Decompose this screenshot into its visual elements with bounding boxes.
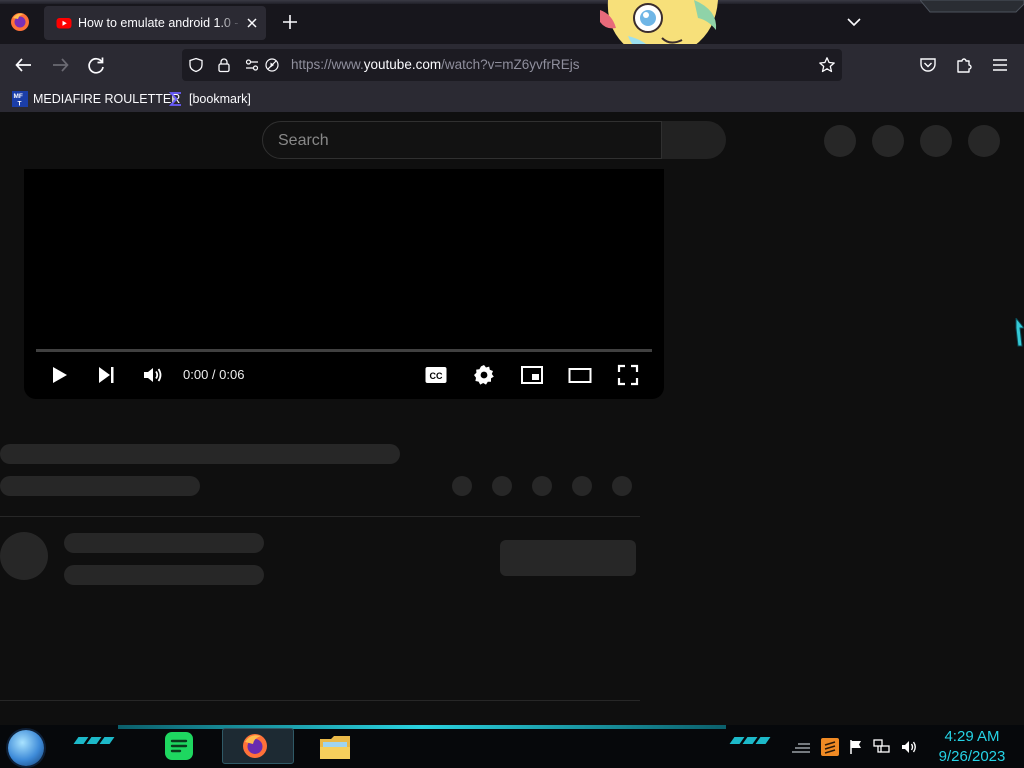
channel-avatar-skeleton xyxy=(0,532,48,580)
firefox-view-icon[interactable] xyxy=(8,10,32,34)
header-avatar-placeholder-2 xyxy=(872,125,904,157)
theater-mode-icon[interactable] xyxy=(568,363,592,387)
closed-captions-icon[interactable]: CC xyxy=(424,363,448,387)
header-avatar-placeholder-1 xyxy=(824,125,856,157)
progress-bar[interactable] xyxy=(36,349,652,352)
close-tab-icon[interactable] xyxy=(244,15,260,31)
reload-icon[interactable] xyxy=(82,51,110,79)
header-avatar-placeholder-4 xyxy=(968,125,1000,157)
action-skeleton-3 xyxy=(532,476,552,496)
next-video-icon[interactable] xyxy=(94,363,118,387)
autoplay-blocked-icon[interactable] xyxy=(264,57,280,73)
bookmark-mediafire-rouletter[interactable]: MF T MEDIAFIRE ROULETTER xyxy=(12,90,180,108)
mouse-cursor-icon xyxy=(1014,318,1024,348)
bookmark-star-icon[interactable] xyxy=(818,56,836,74)
list-all-tabs-chevron-icon[interactable] xyxy=(845,13,863,31)
title-skeleton xyxy=(0,444,400,464)
divider xyxy=(0,700,640,701)
chevron-decoration-left xyxy=(73,737,115,744)
youtube-watch-page: Search 0:00 / 0:06 CC xyxy=(0,112,1024,725)
url-prefix: https://www. xyxy=(291,57,364,72)
url-text[interactable]: https://www.youtube.com/watch?v=mZ6yvfrR… xyxy=(291,57,580,73)
volume-tray-icon[interactable] xyxy=(900,739,918,755)
address-bar[interactable]: https://www.youtube.com/watch?v=mZ6yvfrR… xyxy=(182,49,842,81)
mft-logo-text-t: T xyxy=(18,101,22,108)
notes-app-icon[interactable] xyxy=(164,731,194,761)
bookmark-item-2[interactable]: [bookmark] xyxy=(168,90,251,108)
subscribe-button-skeleton xyxy=(500,540,636,576)
hamburger-menu-icon[interactable] xyxy=(990,55,1010,75)
channel-name-skeleton xyxy=(64,533,264,553)
header-avatar-placeholder-3 xyxy=(920,125,952,157)
mft-logo-icon: MF T xyxy=(12,91,28,107)
taskbar: 4:29 AM 9/26/2023 xyxy=(0,725,1024,768)
action-skeleton-5 xyxy=(612,476,632,496)
show-hidden-icons-icon[interactable] xyxy=(790,740,812,754)
extensions-puzzle-icon[interactable] xyxy=(954,55,974,75)
network-icon[interactable] xyxy=(873,739,891,755)
tab-youtube[interactable]: How to emulate android 1.0 - YouTube xyxy=(44,6,266,40)
taskbar-clock[interactable]: 4:29 AM 9/26/2023 xyxy=(930,727,1014,767)
tracking-protection-shield-icon[interactable] xyxy=(188,57,204,73)
action-skeleton-2 xyxy=(492,476,512,496)
mft-logo-text: MF xyxy=(14,93,23,100)
bookmark-label: [bookmark] xyxy=(189,92,251,106)
youtube-favicon-icon xyxy=(56,15,72,31)
tab-strip: How to emulate android 1.0 - YouTube xyxy=(0,0,1024,57)
forward-arrow-icon[interactable] xyxy=(46,51,74,79)
sigma-icon xyxy=(168,92,181,106)
divider xyxy=(0,516,640,517)
play-icon[interactable] xyxy=(47,363,71,387)
action-skeleton-4 xyxy=(572,476,592,496)
taskbar-glow-decoration xyxy=(118,725,726,729)
window-frame-decoration xyxy=(920,0,1024,14)
window-rim xyxy=(0,0,1024,4)
settings-gear-icon[interactable] xyxy=(472,363,496,387)
firefox-icon xyxy=(241,732,269,760)
bookmarks-toolbar: MF T MEDIAFIRE ROULETTER [bookmark] xyxy=(0,86,1024,112)
new-tab-icon[interactable] xyxy=(280,12,300,32)
time-display: 0:00 / 0:06 xyxy=(183,367,245,382)
chevron-decoration-right xyxy=(729,737,771,744)
file-explorer-icon[interactable] xyxy=(318,731,352,763)
lock-icon[interactable] xyxy=(216,57,232,73)
action-center-flag-icon[interactable] xyxy=(848,739,864,755)
bookmark-label: MEDIAFIRE ROULETTER xyxy=(33,92,181,106)
clock-date: 9/26/2023 xyxy=(938,748,1006,765)
search-placeholder: Search xyxy=(278,132,329,149)
back-arrow-icon[interactable] xyxy=(10,51,38,79)
tab-title: How to emulate android 1.0 - YouTube xyxy=(78,16,242,30)
action-skeleton-1 xyxy=(452,476,472,496)
cc-text: CC xyxy=(430,371,443,381)
subscribers-skeleton xyxy=(64,565,264,585)
search-button[interactable] xyxy=(662,121,726,159)
taskbar-firefox-button[interactable] xyxy=(222,728,294,764)
start-orb-icon[interactable] xyxy=(8,730,44,766)
url-host: youtube.com xyxy=(363,57,442,72)
fullscreen-icon[interactable] xyxy=(616,363,640,387)
search-input[interactable]: Search xyxy=(262,121,662,159)
miniplayer-icon[interactable] xyxy=(520,363,544,387)
pocket-icon[interactable] xyxy=(918,55,938,75)
url-path: /watch?v=mZ6yvfrREjs xyxy=(441,57,580,72)
sublime-icon[interactable] xyxy=(821,738,839,756)
navigation-toolbar: https://www.youtube.com/watch?v=mZ6yvfrR… xyxy=(0,44,1024,86)
permissions-icon[interactable] xyxy=(244,57,260,73)
system-tray xyxy=(790,737,918,757)
volume-icon[interactable] xyxy=(141,363,165,387)
views-skeleton xyxy=(0,476,200,496)
video-player[interactable]: 0:00 / 0:06 CC xyxy=(24,169,664,399)
clock-time: 4:29 AM xyxy=(944,728,1000,745)
